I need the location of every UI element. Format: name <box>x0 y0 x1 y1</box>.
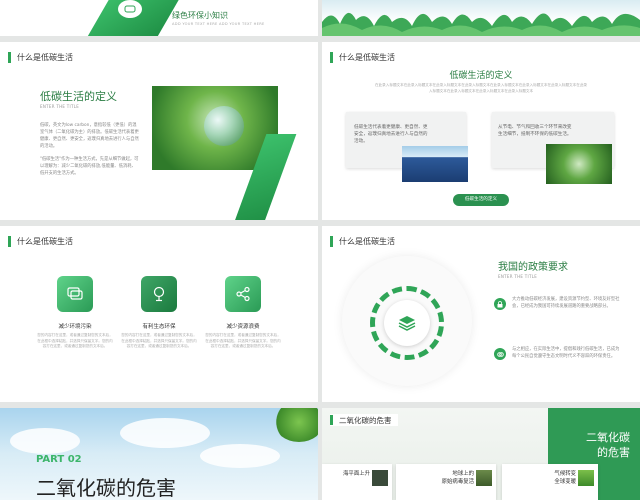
hazard-card: 海平面上升 <box>322 464 392 500</box>
lock-icon <box>494 298 506 310</box>
cloud <box>10 428 80 454</box>
card-thumbnail <box>372 470 388 486</box>
header-text: 什么是低碳生活 <box>17 52 73 62</box>
section-title: 低碳生活的定义 <box>40 90 117 103</box>
slide-thumbnail-1[interactable]: 绿色环保小知识 ADD YOUR TEXT HERE ADD YOUR TEXT… <box>0 0 318 36</box>
header-text: 什么是低碳生活 <box>339 236 395 246</box>
feature-label: 有利生态环保 <box>142 324 176 330</box>
feature-card: 减少资源浪费 您的内容打在这里，或者通过复制您的文本后，在此框中选择粘贴，并选择… <box>204 276 282 350</box>
slide-subtitle: ADD YOUR TEXT HERE ADD YOUR TEXT HERE <box>172 22 265 26</box>
header-bar <box>8 51 11 63</box>
hazard-card: 地球上的 原始病毒复活 <box>396 464 496 500</box>
card-title-line: 地球上的 <box>452 471 474 477</box>
section-header: 什么是低碳生活 <box>330 234 395 248</box>
policy-bullet: 大力推动低碳经济发展，建设资源节约型、环境友好型社会，已经成为我国可持续发展道路… <box>494 296 620 310</box>
grass-illustration <box>322 12 640 36</box>
card-text: 低碳生活代表着更健康、更自然、更安全，返璞归真地去进行人与自然的活动。 <box>354 125 428 144</box>
header-text: 什么是低碳生活 <box>17 236 73 246</box>
slide-thumbnail-3[interactable]: 什么是低碳生活 低碳生活的定义 ENTER THE TITLE 低碳，英文为lo… <box>0 42 318 220</box>
section-header: 什么是低碳生活 <box>8 234 73 248</box>
section-subtitle: ENTER THE TITLE <box>40 104 80 109</box>
card-title-line: 海平面上升 <box>343 471 370 477</box>
layers-icon <box>384 300 430 346</box>
slide-thumbnail-7[interactable]: PART 02 二氧化碳的危害 <box>0 408 318 500</box>
card-title: 地球上的 原始病毒复活 <box>442 470 474 486</box>
header-bar <box>330 235 333 247</box>
section-header: 什么是低碳生活 <box>330 50 395 64</box>
glass-globe <box>204 106 244 146</box>
feature-text: 您的内容打在这里，或者通过复制您的文本后，在此框中选择粘贴，并选择只保留文字。您… <box>121 333 197 348</box>
chat-icon <box>118 0 142 18</box>
feature-card: 有利生态环保 您的内容打在这里，或者通过复制您的文本后，在此框中选择粘贴，并选择… <box>120 276 198 350</box>
card-title-line: 全球变暖 <box>554 479 576 485</box>
header-text: 什么是低碳生活 <box>339 52 395 62</box>
card-title: 海平面上升 <box>343 470 370 478</box>
section-title: 二氧化碳的危害 <box>36 476 176 500</box>
hazard-card: 气候转变 全球变暖 <box>502 464 598 500</box>
section-header: 什么是低碳生活 <box>8 50 73 64</box>
bulb-icon <box>141 276 177 312</box>
slide-grid: 绿色环保小知识 ADD YOUR TEXT HERE ADD YOUR TEXT… <box>0 0 640 500</box>
slide-thumbnail-6[interactable]: 什么是低碳生活 我国的政策要求 ENTER THE TITLE 大力推动低碳经济… <box>322 226 640 402</box>
intro-text: 在此录入标题文本在此录入标题文本在此录入标题文本在此录入标题文本在此录入标题文本… <box>374 83 588 93</box>
chat-icon <box>57 276 93 312</box>
bullet-text: 大力推动低碳经济发展，建设资源节约型、环境友好型社会，已经成为我国可持续发展道路… <box>512 297 620 309</box>
slide-thumbnail-5[interactable]: 什么是低碳生活 减少环境污染 您的内容打在这里，或者通过复制您的文本后，在此框中… <box>0 226 318 402</box>
feature-text: 您的内容打在这里，或者通过复制您的文本后，在此框中选择粘贴，并选择只保留文字。您… <box>37 333 113 348</box>
section-subtitle: ENTER THE TITLE <box>498 274 538 279</box>
body-paragraph: 低碳，英文为low carbon，意指较低（更低）的温室气体（二氧化碳为主）的排… <box>40 123 139 149</box>
definition-button[interactable]: 低碳生活的定义 <box>453 194 509 206</box>
solar-panel-photo <box>402 146 468 182</box>
cloud <box>200 444 280 468</box>
slide-thumbnail-4[interactable]: 什么是低碳生活 低碳生活的定义 在此录入标题文本在此录入标题文本在此录入标题文本… <box>322 42 640 220</box>
cloud <box>120 418 210 448</box>
card-thumbnail <box>578 470 594 486</box>
leaf-globe-photo <box>546 144 612 184</box>
slide-thumbnail-8[interactable]: 二氧化碳的危害 二氧化碳 的危害 海平面上升 地球上的 原始病毒复活 气候转变 … <box>322 408 640 500</box>
feature-card: 减少环境污染 您的内容打在这里，或者通过复制您的文本后，在此框中选择粘贴，并选择… <box>36 276 114 350</box>
header-bar <box>330 51 333 63</box>
body-paragraph: "低碳生活"作为一种生活方式，先是从细节做起，可以理解为：减少二氧化碳的排放,低… <box>40 157 139 176</box>
card-title: 气候转变 全球变暖 <box>554 470 576 486</box>
feature-label: 减少资源浪费 <box>226 324 260 330</box>
part-label: PART 02 <box>36 454 82 465</box>
feature-text: 您的内容打在这里，或者通过复制您的文本后，在此框中选择粘贴，并选择只保留文字。您… <box>205 333 281 348</box>
card-text: 从节电、节气和回收三个环节来改变生活细节，抵制不环保的低碳生活。 <box>498 125 572 137</box>
policy-bullet: 与之相应，在实际生活中，提倡和践行低碳生活，已成为每个公民自觉遵守生态文明时代义… <box>494 346 620 360</box>
feature-label: 减少环境污染 <box>58 324 92 330</box>
bullet-text: 与之相应，在实际生活中，提倡和践行低碳生活，已成为每个公民自觉遵守生态文明时代义… <box>512 347 620 359</box>
header-text: 二氧化碳的危害 <box>339 415 392 425</box>
side-title: 二氧化碳 的危害 <box>586 430 630 460</box>
share-icon <box>225 276 261 312</box>
slide-thumbnail-2[interactable] <box>322 0 640 36</box>
slide-title: 绿色环保小知识 <box>172 11 228 20</box>
header-bar <box>8 235 11 247</box>
section-header: 二氧化碳的危害 <box>330 414 398 426</box>
card-thumbnail <box>476 470 492 486</box>
side-title-line: 二氧化碳 <box>586 431 630 444</box>
header-bar <box>330 415 333 425</box>
link-icon <box>494 348 506 360</box>
card-title-line: 气候转变 <box>554 471 576 477</box>
section-title: 低碳生活的定义 <box>449 71 513 81</box>
card-title-line: 原始病毒复活 <box>441 479 474 485</box>
side-title-line: 的危害 <box>597 446 630 459</box>
section-title: 我国的政策要求 <box>498 262 568 273</box>
